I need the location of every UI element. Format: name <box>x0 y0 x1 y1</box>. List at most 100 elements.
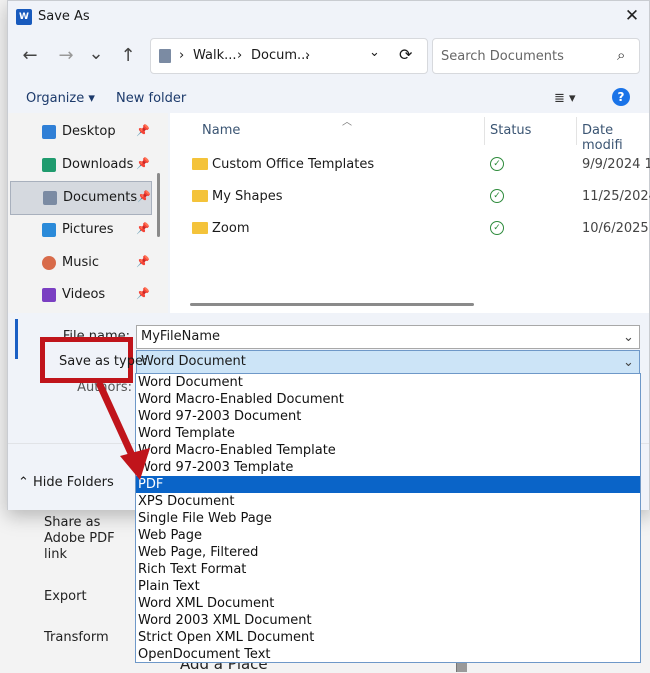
share-pdf-link-item[interactable]: Share as Adobe PDF link <box>44 515 124 563</box>
organize-button[interactable]: Organize ▾ <box>26 91 95 106</box>
save-as-type-value[interactable]: Word Document <box>141 354 246 369</box>
nav-item-downloads[interactable]: Downloads 📌 <box>10 149 150 181</box>
nav-pane-scrollbar[interactable] <box>157 173 160 237</box>
desktop-icon <box>42 125 56 139</box>
nav-item-pictures[interactable]: Pictures 📌 <box>10 214 150 246</box>
folder-zoom[interactable]: Zoom <box>212 221 249 236</box>
focus-accent <box>15 319 18 359</box>
pin-icon[interactable]: 📌 <box>137 190 151 203</box>
close-icon[interactable]: ✕ <box>622 6 642 26</box>
export-item[interactable]: Export <box>44 589 124 605</box>
nav-item-label: Desktop <box>62 124 116 139</box>
sort-ascending-icon: ︿ <box>342 117 352 128</box>
type-option[interactable]: Word Macro-Enabled Document <box>136 391 640 408</box>
column-divider[interactable] <box>576 117 577 145</box>
type-option[interactable]: Web Page <box>136 527 640 544</box>
pin-icon[interactable]: 📌 <box>136 287 150 300</box>
dialog-title: Save As <box>38 9 90 24</box>
up-arrow-icon[interactable]: ↑ <box>116 45 140 66</box>
column-header-date[interactable]: Date modifi <box>582 123 649 153</box>
file-list: ︿ Name Status Date modifi Custom Office … <box>170 113 650 313</box>
file-name-field[interactable]: MyFileName ⌄ <box>136 325 640 349</box>
download-icon <box>42 158 56 172</box>
file-name-value[interactable]: MyFileName <box>141 329 220 344</box>
type-option[interactable]: Web Page, Filtered <box>136 544 640 561</box>
type-option[interactable]: Word 97-2003 Template <box>136 459 640 476</box>
nav-item-documents[interactable]: Documents 📌 <box>10 181 152 215</box>
command-bar: Organize ▾ New folder ≣ ▾ <box>8 83 649 113</box>
help-icon[interactable]: ? <box>612 88 630 106</box>
folder-icon <box>192 158 208 170</box>
search-input[interactable]: Search Documents <box>441 49 564 64</box>
type-option[interactable]: Word 97-2003 Document <box>136 408 640 425</box>
recent-locations-icon[interactable]: ⌄ <box>84 43 108 64</box>
synced-check-icon: ✓ <box>490 221 504 235</box>
music-icon <box>42 256 56 270</box>
date-modified: 10/6/2025 <box>582 221 649 236</box>
breadcrumb-separator: › <box>237 48 243 63</box>
type-option[interactable]: OpenDocument Text <box>136 646 640 663</box>
hide-folders-button[interactable]: ⌃ Hide Folders <box>18 475 114 490</box>
type-option[interactable]: Plain Text <box>136 578 640 595</box>
save-as-type-label: Save as type: <box>59 354 148 369</box>
transform-item[interactable]: Transform <box>44 630 124 646</box>
column-header-name[interactable]: Name <box>202 123 240 138</box>
documents-location-icon <box>159 49 171 63</box>
title-bar: W Save As ✕ <box>8 1 649 33</box>
synced-check-icon: ✓ <box>490 157 504 171</box>
breadcrumb-separator: › <box>179 48 185 63</box>
type-option[interactable]: Word Macro-Enabled Template <box>136 442 640 459</box>
refresh-icon[interactable]: ⟳ <box>399 45 412 64</box>
address-dropdown-icon[interactable]: ⌄ <box>369 45 380 60</box>
nav-item-label: Music <box>62 255 99 270</box>
search-icon[interactable]: ⌕ <box>617 46 625 64</box>
file-list-horizontal-scrollbar[interactable] <box>190 303 474 306</box>
nav-item-label: Pictures <box>62 222 114 237</box>
type-option[interactable]: Word 2003 XML Document <box>136 612 640 629</box>
pin-icon[interactable]: 📌 <box>136 157 150 170</box>
folder-icon <box>192 222 208 234</box>
chevron-down-icon[interactable]: ⌄ <box>623 355 634 370</box>
navigation-pane: Desktop 📌 Downloads 📌 Documents 📌 Pictur… <box>8 113 168 313</box>
address-bar[interactable]: › Walk... › Docum... › ⌄ ⟳ <box>150 38 428 74</box>
new-folder-button[interactable]: New folder <box>116 91 186 106</box>
type-option-pdf[interactable]: PDF <box>136 476 640 493</box>
type-option[interactable]: Word Template <box>136 425 640 442</box>
pin-icon[interactable]: 📌 <box>136 255 150 268</box>
chevron-down-icon[interactable]: ⌄ <box>623 330 634 345</box>
nav-item-label: Videos <box>62 287 106 302</box>
type-option[interactable]: Rich Text Format <box>136 561 640 578</box>
folder-icon <box>192 190 208 202</box>
column-divider[interactable] <box>484 117 485 145</box>
type-option[interactable]: Word Document <box>136 374 640 391</box>
nav-item-music[interactable]: Music 📌 <box>10 247 150 279</box>
breadcrumb-separator: › <box>305 48 311 63</box>
pin-icon[interactable]: 📌 <box>136 124 150 137</box>
documents-icon <box>43 191 57 205</box>
folder-my-shapes[interactable]: My Shapes <box>212 189 283 204</box>
date-modified: 11/25/2024 <box>582 189 650 204</box>
nav-item-videos[interactable]: Videos 📌 <box>10 279 150 311</box>
type-option[interactable]: Strict Open XML Document <box>136 629 640 646</box>
column-header-status[interactable]: Status <box>490 123 531 138</box>
date-modified: 9/9/2024 10 <box>582 157 650 172</box>
nav-item-label: Downloads <box>62 157 134 172</box>
type-option[interactable]: XPS Document <box>136 493 640 510</box>
pictures-icon <box>42 223 56 237</box>
save-as-type-dropdown-list: Word Document Word Macro-Enabled Documen… <box>135 373 641 663</box>
nav-item-desktop[interactable]: Desktop 📌 <box>10 116 150 148</box>
folder-custom-office-templates[interactable]: Custom Office Templates <box>212 157 374 172</box>
pin-icon[interactable]: 📌 <box>136 222 150 235</box>
type-option[interactable]: Word XML Document <box>136 595 640 612</box>
search-box[interactable]: Search Documents ⌕ <box>432 38 640 74</box>
breadcrumb-documents[interactable]: Docum... <box>251 48 309 63</box>
breadcrumb-walk[interactable]: Walk... <box>193 48 237 63</box>
type-option[interactable]: Single File Web Page <box>136 510 640 527</box>
word-icon: W <box>16 9 32 25</box>
synced-check-icon: ✓ <box>490 189 504 203</box>
nav-item-label: Documents <box>63 190 138 205</box>
save-as-type-select[interactable]: Word Document ⌄ <box>136 350 640 374</box>
back-arrow-icon[interactable]: ← <box>18 45 42 66</box>
forward-arrow-icon[interactable]: → <box>54 45 78 66</box>
view-options-icon[interactable]: ≣ ▾ <box>554 91 576 106</box>
